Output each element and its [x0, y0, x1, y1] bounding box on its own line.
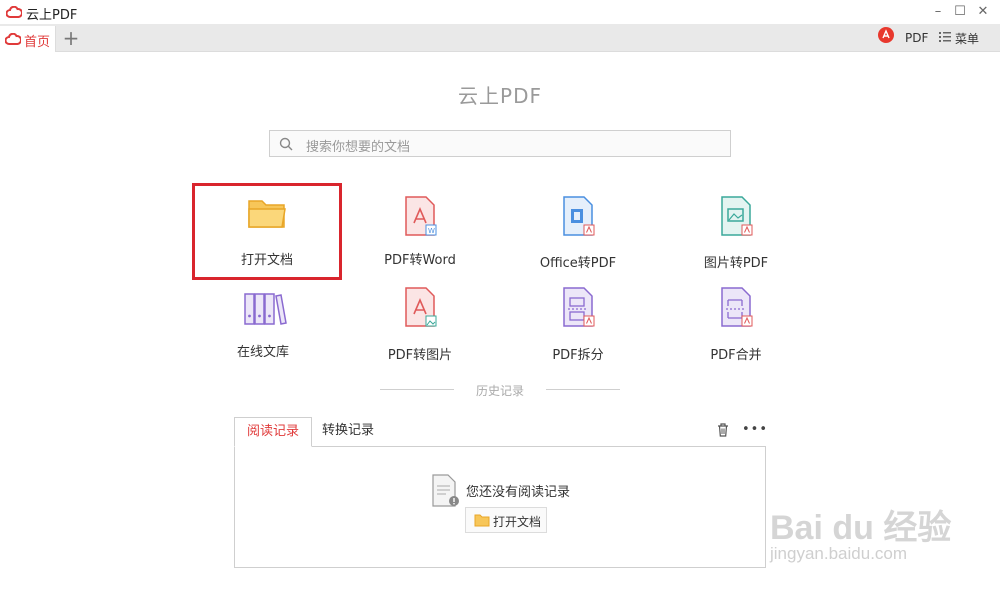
tool-pdf-to-image[interactable]: PDF转图片 [345, 286, 495, 376]
pdf-logo-icon[interactable] [878, 27, 894, 43]
search-placeholder: 搜索你想要的文档 [306, 140, 411, 155]
empty-document-icon [432, 474, 459, 507]
history-panel: 您还没有阅读记录 打开文档 [234, 446, 766, 568]
svg-text:W: W [428, 227, 435, 235]
history-title: 历史记录 [475, 384, 524, 398]
tool-image-to-pdf[interactable]: 图片转PDF [661, 195, 811, 285]
page-title: 云上PDF [458, 84, 542, 108]
tab-convert-history[interactable]: 转换记录 [312, 417, 384, 447]
tool-online-library[interactable]: 在线文库 [188, 290, 338, 380]
tool-pdf-merge[interactable]: PDF合并 [661, 286, 811, 376]
search-icon [279, 137, 293, 151]
minimize-button[interactable]: – [929, 3, 947, 21]
watermark-brand: Bai du 经验 [770, 509, 952, 547]
tool-label: 图片转PDF [703, 256, 769, 271]
maximize-button[interactable]: ☐ [951, 3, 969, 21]
office-to-pdf-icon [563, 196, 595, 236]
tab-read-history[interactable]: 阅读记录 [234, 417, 312, 447]
open-document-label: 打开文档 [493, 515, 542, 529]
cloud-icon [5, 33, 21, 45]
empty-history-text: 您还没有阅读记录 [466, 485, 571, 500]
trash-icon[interactable] [717, 423, 729, 437]
pdf-button[interactable]: PDF [905, 31, 928, 45]
close-button[interactable]: ✕ [974, 3, 992, 21]
tab-home[interactable]: 首页 [0, 26, 56, 52]
more-icon[interactable]: ••• [742, 422, 768, 437]
pdf-split-icon [563, 287, 595, 327]
title-bar: 云上PDF – ☐ ✕ [0, 0, 1000, 24]
app-title: 云上PDF [26, 8, 78, 23]
search-input[interactable]: 搜索你想要的文档 [269, 130, 731, 157]
image-to-pdf-icon [721, 196, 753, 236]
tool-label: 在线文库 [236, 345, 289, 360]
tab-home-label: 首页 [24, 35, 51, 50]
tool-label: PDF转图片 [387, 348, 453, 363]
watermark: Bai du 经验 jingyan.baidu.com [770, 480, 990, 570]
tool-label: PDF合并 [710, 348, 762, 363]
folder-icon [474, 514, 490, 527]
highlight-box [192, 183, 342, 280]
library-icon [244, 293, 287, 325]
pdf-merge-icon [721, 287, 753, 327]
open-document-button[interactable]: 打开文档 [465, 507, 547, 533]
cloud-logo-icon [6, 6, 22, 18]
pdf-to-image-icon [405, 287, 437, 327]
add-tab-button[interactable]: + [60, 27, 82, 49]
watermark-url: jingyan.baidu.com [770, 544, 908, 563]
menu-icon[interactable] [939, 32, 951, 42]
tool-pdf-split[interactable]: PDF拆分 [503, 286, 653, 376]
tool-office-to-pdf[interactable]: Office转PDF [503, 195, 653, 285]
tool-label: Office转PDF [539, 256, 617, 271]
tool-pdf-to-word[interactable]: W PDF转Word [345, 195, 495, 285]
tab-bar: 首页 + PDF 菜单 [0, 24, 1000, 52]
tool-label: PDF转Word [384, 253, 456, 268]
pdf-to-word-icon: W [405, 196, 437, 236]
menu-button[interactable]: 菜单 [955, 30, 979, 47]
tool-label: PDF拆分 [552, 348, 604, 363]
